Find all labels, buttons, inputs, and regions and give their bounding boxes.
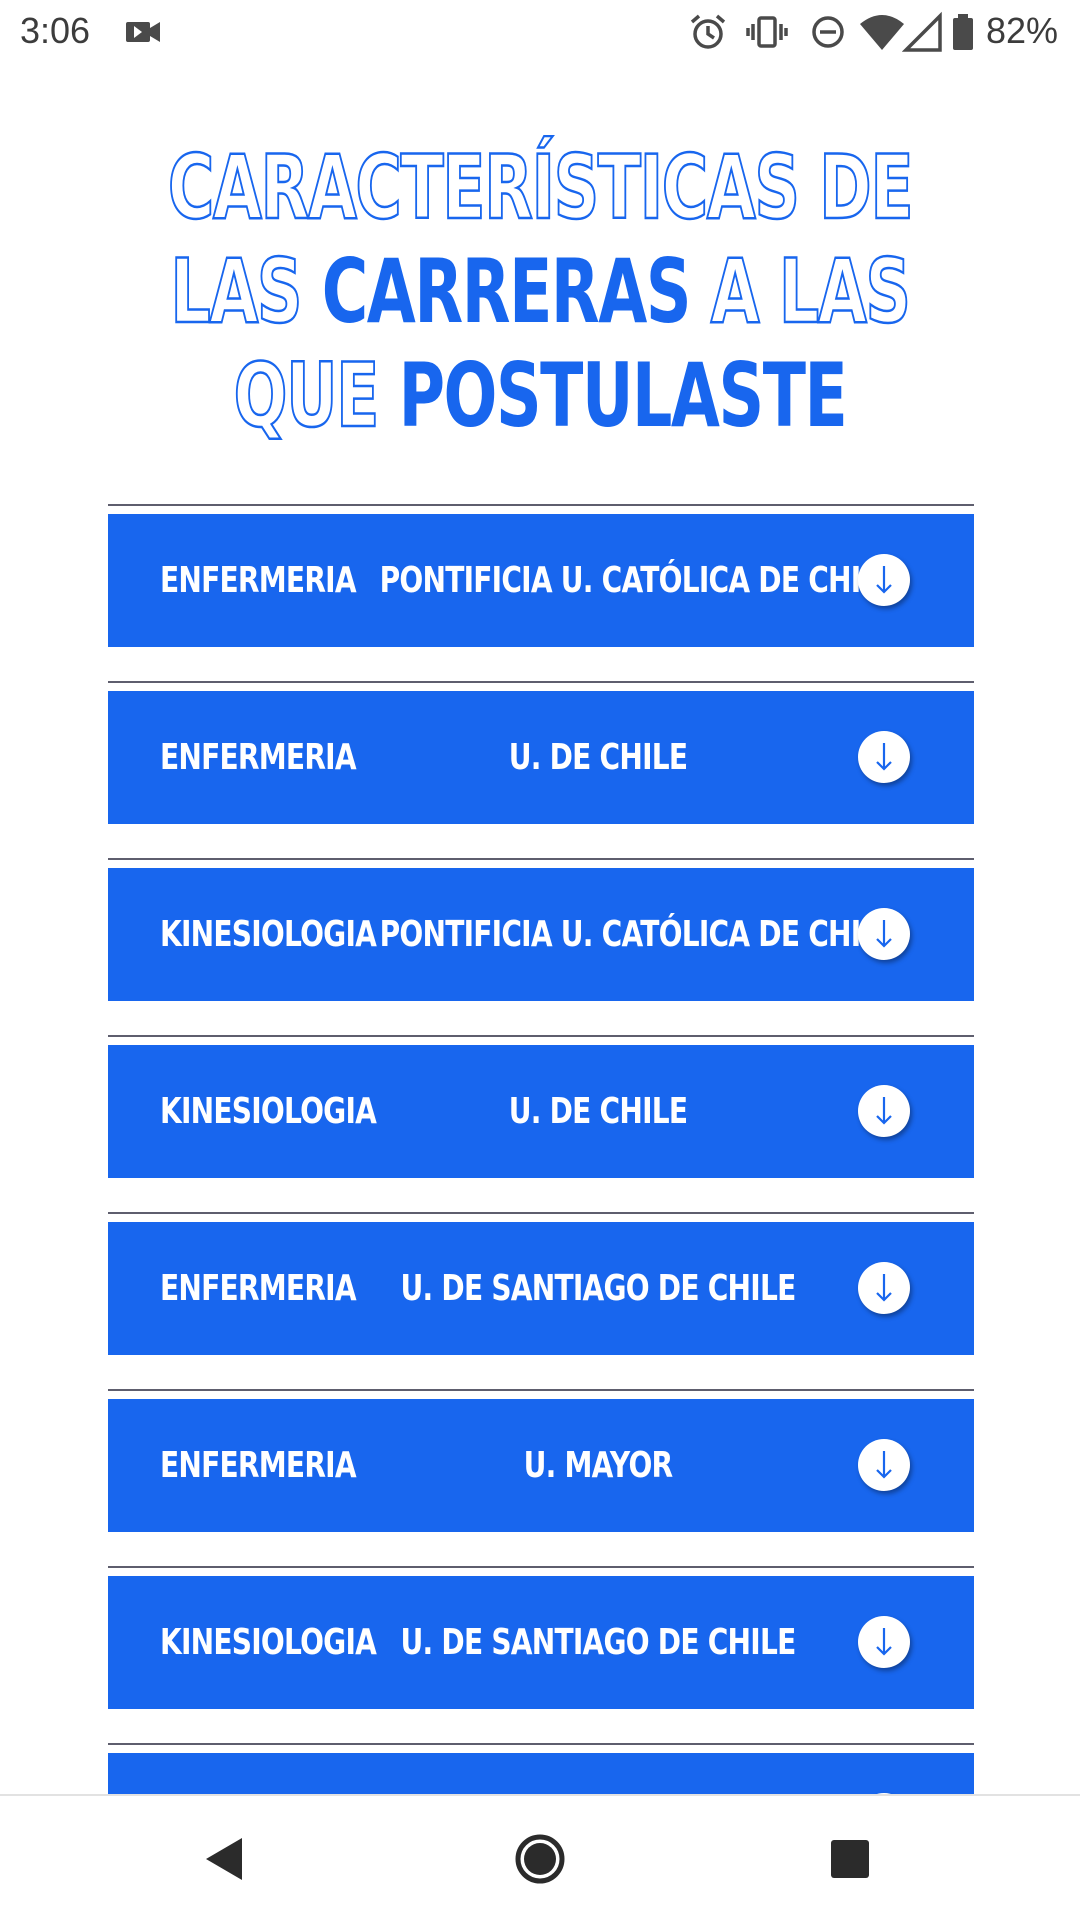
list-item: KINESIOLOGIA U. DE CHILE [108,1035,974,1212]
career-name: KINESIOLOGIA [160,914,377,955]
arrow-down-icon [876,566,892,594]
arrow-down-icon [876,743,892,771]
divider [108,858,974,860]
university-name: U. DE SANTIAGO DE CHILE [400,1268,797,1309]
career-card[interactable]: ENFERMERIA U. DE SANTIAGO DE CHILE [108,1222,974,1355]
divider [108,1035,974,1037]
video-camera-icon [126,22,160,42]
title-outline-text: A LAS [690,239,912,345]
university-name: U. DE CHILE [508,737,688,778]
divider [108,504,974,506]
divider [108,1743,974,1745]
career-name: ENFERMERIA [160,1445,357,1486]
university-name: U. DE CHILE [508,1091,688,1132]
list-item: KINESIOLOGIA U. DE SANTIAGO DE CHILE [108,1566,974,1743]
home-icon[interactable] [505,1824,575,1894]
title-outline-text: LAS [169,239,322,345]
career-name: KINESIOLOGIA [160,1622,377,1663]
download-button[interactable] [858,554,910,606]
title-highlight-text: CARRERAS [321,240,692,343]
title-outline-text: CARACTERÍSTICAS DE [167,135,915,241]
alarm-icon [690,14,726,49]
title-line-3: QUE POSTULASTE [151,343,929,449]
career-card[interactable]: ENFERMERIA U. DE CHILE [108,691,974,824]
career-name: ENFERMERIA [160,737,357,778]
career-card[interactable]: ENFERMERIA U. MAYOR [108,1399,974,1532]
divider [108,1212,974,1214]
list-item: ENFERMERIA U. DE CHILE [108,681,974,858]
cellular-signal-icon [902,11,942,52]
career-card[interactable]: KINESIOLOGIA U. DE SANTIAGO DE CHILE [108,1576,974,1709]
university-name: U. DE SANTIAGO DE CHILE [400,1622,797,1663]
battery-percentage: 82% [985,10,1058,51]
career-card[interactable]: KINESIOLOGIA PONTIFICIA U. CATÓLICA DE C… [108,868,974,1001]
title-outline-text: QUE [233,343,399,449]
recents-icon[interactable] [815,1824,885,1894]
career-card[interactable]: ENFERMERIA PONTIFICIA U. CATÓLICA DE CHI… [108,514,974,647]
status-bar: 3:06 82% [0,0,1080,68]
university-name: PONTIFICIA U. CATÓLICA DE CHILE [379,914,897,955]
list-item: KINESIOLOGIA PONTIFICIA U. CATÓLICA DE C… [108,858,974,1035]
career-card[interactable]: KINESIOLOGIA U. DE CHILE [108,1045,974,1178]
career-name: ENFERMERIA [160,560,357,601]
download-button[interactable] [858,1085,910,1137]
download-button[interactable] [858,1439,910,1491]
download-button[interactable] [858,731,910,783]
divider [108,1389,974,1391]
university-name: U. MAYOR [523,1445,674,1486]
arrow-down-icon [876,1274,892,1302]
arrow-down-icon [876,1097,892,1125]
title-highlight-text: POSTULASTE [398,344,848,447]
career-list: ENFERMERIA PONTIFICIA U. CATÓLICA DE CHI… [108,504,974,1920]
download-button[interactable] [858,1262,910,1314]
arrow-down-icon [876,1451,892,1479]
list-item: ENFERMERIA PONTIFICIA U. CATÓLICA DE CHI… [108,504,974,681]
list-item: ENFERMERIA U. DE SANTIAGO DE CHILE [108,1212,974,1389]
page-title: CARACTERÍSTICAS DE LAS CARRERAS A LAS QU… [151,135,929,449]
arrow-down-icon [876,920,892,948]
list-item: ENFERMERIA U. MAYOR [108,1389,974,1566]
university-name: PONTIFICIA U. CATÓLICA DE CHILE [379,560,897,601]
do-not-disturb-icon [812,16,844,48]
title-line-1: CARACTERÍSTICAS DE [151,135,929,241]
download-button[interactable] [858,1616,910,1668]
back-icon[interactable] [190,1824,260,1894]
wifi-icon [860,15,904,50]
career-name: ENFERMERIA [160,1268,357,1309]
vibrate-icon [746,16,788,48]
navigation-bar [0,1794,1080,1920]
status-time: 3:06 [20,10,91,51]
download-button[interactable] [858,908,910,960]
divider [108,681,974,683]
arrow-down-icon [876,1628,892,1656]
divider [108,1566,974,1568]
career-name: KINESIOLOGIA [160,1091,377,1132]
title-line-2: LAS CARRERAS A LAS [151,239,929,345]
screen: 3:06 82% CARACTERÍSTICAS DE LAS CARRERAS… [0,0,1080,1920]
battery-icon [953,14,973,50]
